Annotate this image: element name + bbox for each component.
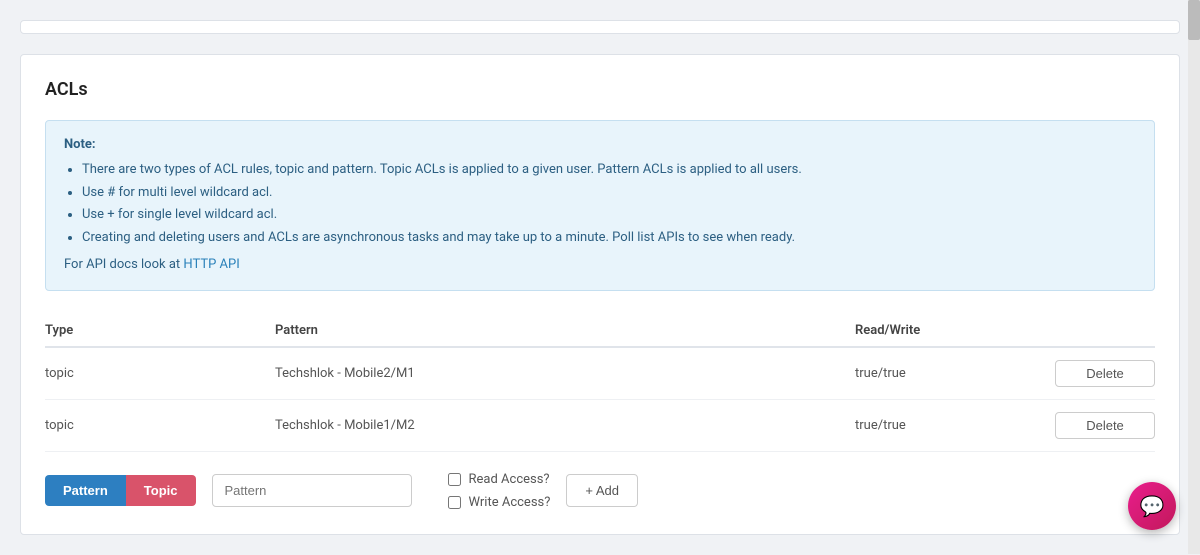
write-access-label[interactable]: Write Access? bbox=[448, 495, 551, 510]
row1-type: topic bbox=[45, 366, 275, 381]
row1-delete-button[interactable]: Delete bbox=[1055, 360, 1155, 387]
read-access-label[interactable]: Read Access? bbox=[448, 472, 551, 487]
row1-pattern: Techshlok - Mobile2/M1 bbox=[275, 366, 855, 381]
note-item-1: There are two types of ACL rules, topic … bbox=[82, 160, 1136, 181]
fab-button[interactable]: 💬 bbox=[1128, 482, 1176, 530]
read-access-checkbox[interactable] bbox=[448, 473, 461, 486]
col-action bbox=[1055, 323, 1155, 338]
add-button[interactable]: + Add bbox=[566, 474, 638, 507]
acls-card: ACLs Note: There are two types of ACL ru… bbox=[20, 54, 1180, 535]
pattern-toggle-button[interactable]: Pattern bbox=[45, 475, 126, 506]
http-api-link[interactable]: HTTP API bbox=[183, 257, 239, 272]
table-header: Type Pattern Read/Write bbox=[45, 315, 1155, 348]
col-readwrite: Read/Write bbox=[855, 323, 1055, 338]
col-type: Type bbox=[45, 323, 275, 338]
type-toggle: Pattern Topic bbox=[45, 475, 196, 506]
scrollbar[interactable] bbox=[1188, 0, 1200, 554]
access-checkboxes: Read Access? Write Access? bbox=[448, 472, 551, 510]
row2-readwrite: true/true bbox=[855, 418, 1055, 433]
add-acl-form: Pattern Topic Read Access? Write Access?… bbox=[45, 472, 1155, 510]
top-separator bbox=[20, 20, 1180, 34]
row1-readwrite: true/true bbox=[855, 366, 1055, 381]
write-access-checkbox[interactable] bbox=[448, 496, 461, 509]
table-row: topic Techshlok - Mobile2/M1 true/true D… bbox=[45, 348, 1155, 400]
note-label: Note: bbox=[64, 137, 96, 152]
table-row: topic Techshlok - Mobile1/M2 true/true D… bbox=[45, 400, 1155, 452]
note-item-4: Creating and deleting users and ACLs are… bbox=[82, 228, 1136, 249]
card-title: ACLs bbox=[45, 79, 1155, 100]
col-pattern: Pattern bbox=[275, 323, 855, 338]
note-item-2: Use # for multi level wildcard acl. bbox=[82, 183, 1136, 204]
pattern-input[interactable] bbox=[212, 474, 412, 507]
note-box: Note: There are two types of ACL rules, … bbox=[45, 120, 1155, 291]
row2-pattern: Techshlok - Mobile1/M2 bbox=[275, 418, 855, 433]
row2-delete-button[interactable]: Delete bbox=[1055, 412, 1155, 439]
api-docs-text: For API docs look at HTTP API bbox=[64, 255, 1136, 276]
note-item-3: Use + for single level wildcard acl. bbox=[82, 205, 1136, 226]
row2-type: topic bbox=[45, 418, 275, 433]
fab-icon: 💬 bbox=[1140, 494, 1165, 518]
note-list: There are two types of ACL rules, topic … bbox=[64, 160, 1136, 249]
topic-toggle-button[interactable]: Topic bbox=[126, 475, 196, 506]
scrollbar-thumb[interactable] bbox=[1188, 0, 1200, 40]
